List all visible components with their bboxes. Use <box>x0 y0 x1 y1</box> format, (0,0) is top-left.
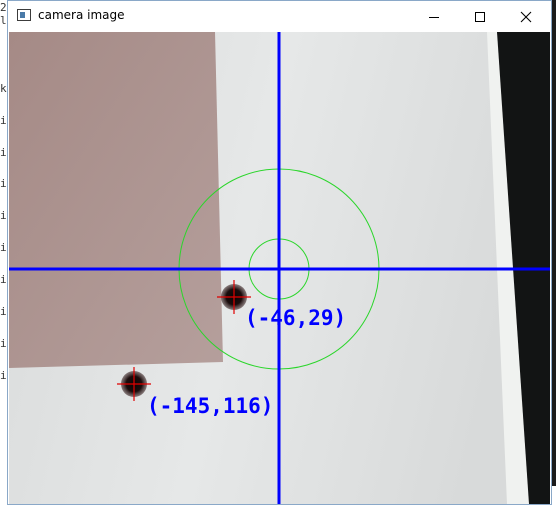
paper-sheet <box>9 32 223 368</box>
minimize-icon <box>429 16 439 18</box>
target-coordinate-label: (-46,29) <box>245 306 346 330</box>
target-coordinate-label: (-145,116) <box>147 394 273 418</box>
close-icon <box>520 11 532 22</box>
camera-window[interactable]: camera image (-46,29) (-145,116) <box>7 0 552 505</box>
close-button[interactable] <box>503 1 549 32</box>
minimize-button[interactable] <box>411 1 457 32</box>
maximize-icon <box>475 11 485 22</box>
camera-image[interactable]: (-46,29) (-145,116) <box>9 32 550 504</box>
title-bar[interactable]: camera image <box>8 1 551 32</box>
window-title: camera image <box>38 8 125 22</box>
maximize-button[interactable] <box>457 1 503 32</box>
app-window-icon <box>17 9 31 21</box>
camera-frame: (-46,29) (-145,116) <box>9 32 550 504</box>
